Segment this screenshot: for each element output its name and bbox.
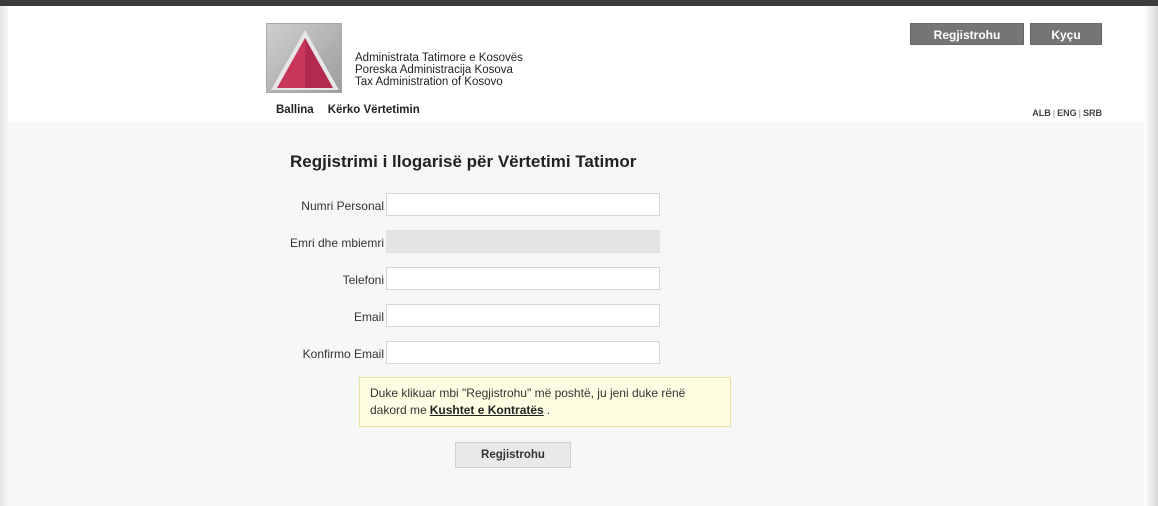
left-edge — [0, 6, 8, 506]
nav-item-home[interactable]: Ballina — [276, 104, 314, 116]
notice-period: . — [546, 403, 551, 417]
lang-separator: | — [1052, 108, 1056, 118]
lang-alb[interactable]: ALB — [1032, 108, 1051, 118]
confirm-email-input[interactable] — [386, 341, 660, 364]
full-name-label: Emri dhe mbiemri — [289, 236, 384, 250]
site-header: Administrata Tatimore e Kosovës Poreska … — [8, 6, 1144, 122]
org-name-srb: Poreska Administracija Kosova — [355, 64, 513, 76]
confirm-email-label: Konfirmo Email — [302, 347, 384, 361]
language-switcher: ALB | ENG | SRB — [1032, 108, 1102, 118]
phone-label: Telefoni — [342, 273, 384, 287]
org-name-alb: Administrata Tatimore e Kosovës — [355, 52, 523, 64]
nav-item-search-certificate[interactable]: Kërko Vërtetimin — [328, 104, 420, 116]
personal-number-label: Numri Personal — [301, 199, 384, 213]
submit-register-button[interactable]: Regjistrohu — [455, 442, 571, 468]
main-nav: Ballina Kërko Vërtetimin — [276, 104, 420, 116]
terms-notice: Duke klikuar mbi "Regjistrohu" më poshtë… — [359, 377, 731, 427]
terms-link[interactable]: Kushtet e Kontratës — [430, 403, 544, 417]
full-name-input — [386, 230, 660, 253]
login-button[interactable]: Kyçu — [1030, 23, 1102, 45]
page-title: Regjistrimi i llogarisë për Vërtetimi Ta… — [290, 152, 637, 171]
lang-eng[interactable]: ENG — [1057, 108, 1077, 118]
personal-number-input[interactable] — [386, 193, 660, 216]
org-name-eng: Tax Administration of Kosovo — [355, 76, 503, 88]
right-shadow — [1144, 6, 1158, 506]
account-buttons: Regjistrohu Kyçu — [910, 23, 1102, 45]
tak-logo[interactable] — [266, 23, 342, 93]
lang-separator: | — [1078, 108, 1081, 118]
main-content: Regjistrimi i llogarisë për Vërtetimi Ta… — [8, 122, 1144, 506]
register-button[interactable]: Regjistrohu — [910, 23, 1024, 45]
lang-srb[interactable]: SRB — [1083, 108, 1102, 118]
organization-names: Administrata Tatimore e Kosovës Poreska … — [355, 52, 523, 88]
email-input[interactable] — [386, 304, 660, 327]
triangle-logo-icon — [271, 30, 339, 90]
phone-input[interactable] — [386, 267, 660, 290]
email-label: Email — [353, 310, 384, 324]
